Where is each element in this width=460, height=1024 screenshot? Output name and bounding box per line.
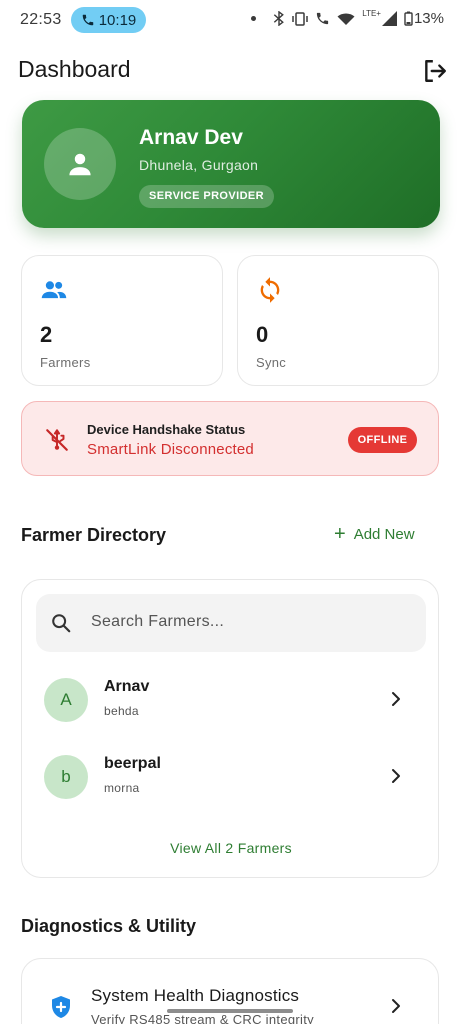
- bluetooth-icon: [274, 11, 285, 26]
- diagnostics-item-subtitle: Verify RS485 stream & CRC integrity: [91, 1012, 314, 1024]
- phone-icon: [82, 14, 93, 26]
- farmer-village: morna: [104, 781, 140, 795]
- chevron-right-icon: [392, 999, 400, 1013]
- farmer-name: Arnav: [104, 678, 150, 695]
- farmer-avatar: A: [44, 678, 88, 722]
- wifi-icon: [337, 13, 355, 25]
- diagnostics-item-title: System Health Diagnostics: [91, 986, 300, 1005]
- add-new-button[interactable]: + Add New: [334, 524, 415, 544]
- chevron-right-icon: [392, 692, 400, 706]
- avatar: [44, 128, 116, 200]
- ongoing-call-chip[interactable]: 10:19: [71, 7, 146, 33]
- profile-name: Arnav Dev: [139, 126, 243, 149]
- plus-icon: +: [334, 523, 346, 545]
- profile-location: Dhunela, Gurgaon: [139, 157, 259, 173]
- role-badge: SERVICE PROVIDER: [139, 185, 275, 208]
- page-title: Dashboard: [18, 56, 131, 82]
- handshake-status-text: SmartLink Disconnected: [87, 441, 254, 458]
- diagnostics-title: Diagnostics & Utility: [21, 916, 197, 936]
- stat-card-sync[interactable]: 0 Sync: [237, 255, 439, 386]
- chevron-right-icon: [392, 769, 400, 783]
- lte-label: LTE+: [362, 9, 381, 18]
- status-time: 22:53: [20, 11, 62, 28]
- farmers-label: Farmers: [40, 355, 91, 370]
- status-icons: LTE+ 13%: [251, 9, 444, 27]
- call-timer: 10:19: [98, 11, 137, 29]
- logout-icon[interactable]: [422, 58, 448, 84]
- gesture-nav-bar[interactable]: [167, 1009, 293, 1013]
- person-icon: [69, 153, 91, 176]
- add-new-label: Add New: [353, 525, 415, 543]
- search-icon: [52, 614, 71, 633]
- vibrate-icon: [292, 11, 308, 26]
- farmers-count: 2: [40, 322, 53, 347]
- battery-icon: [404, 11, 413, 26]
- signal-icon: [381, 11, 397, 26]
- notification-dot-icon: [251, 16, 257, 21]
- stat-card-farmers[interactable]: 2 Farmers: [21, 255, 223, 386]
- sync-icon: [260, 277, 280, 303]
- people-icon: [41, 281, 67, 299]
- sync-label: Sync: [256, 355, 287, 370]
- offline-badge: OFFLINE: [348, 427, 417, 453]
- farmer-village: behda: [104, 704, 139, 718]
- farmer-name: beerpal: [104, 755, 161, 772]
- device-handshake-status[interactable]: Device Handshake Status SmartLink Discon…: [21, 401, 439, 476]
- farmer-list-card: Search Farmers... A Arnav behda b beerpa…: [21, 579, 439, 878]
- farmer-row[interactable]: A Arnav behda: [22, 678, 440, 748]
- search-input[interactable]: Search Farmers...: [36, 594, 426, 652]
- battery-level: 13%: [413, 10, 444, 27]
- handshake-title: Device Handshake Status: [87, 422, 246, 437]
- farmer-avatar: b: [44, 755, 88, 799]
- shield-plus-icon: [52, 996, 70, 1018]
- usb-off-icon: [46, 429, 68, 451]
- wifi-call-icon: [317, 12, 329, 25]
- profile-card[interactable]: Arnav Dev Dhunela, Gurgaon SERVICE PROVI…: [22, 100, 440, 228]
- status-bar: 22:53 10:19 LTE+ 13%: [0, 0, 460, 40]
- sync-count: 0: [256, 322, 269, 347]
- farmer-row[interactable]: b beerpal morna: [22, 755, 440, 825]
- view-all-farmers-link[interactable]: View All 2 Farmers: [22, 840, 440, 856]
- system-health-diagnostics-item[interactable]: System Health Diagnostics Verify RS485 s…: [21, 958, 439, 1024]
- search-placeholder: Search Farmers...: [91, 613, 225, 630]
- farmer-directory-title: Farmer Directory: [21, 525, 167, 545]
